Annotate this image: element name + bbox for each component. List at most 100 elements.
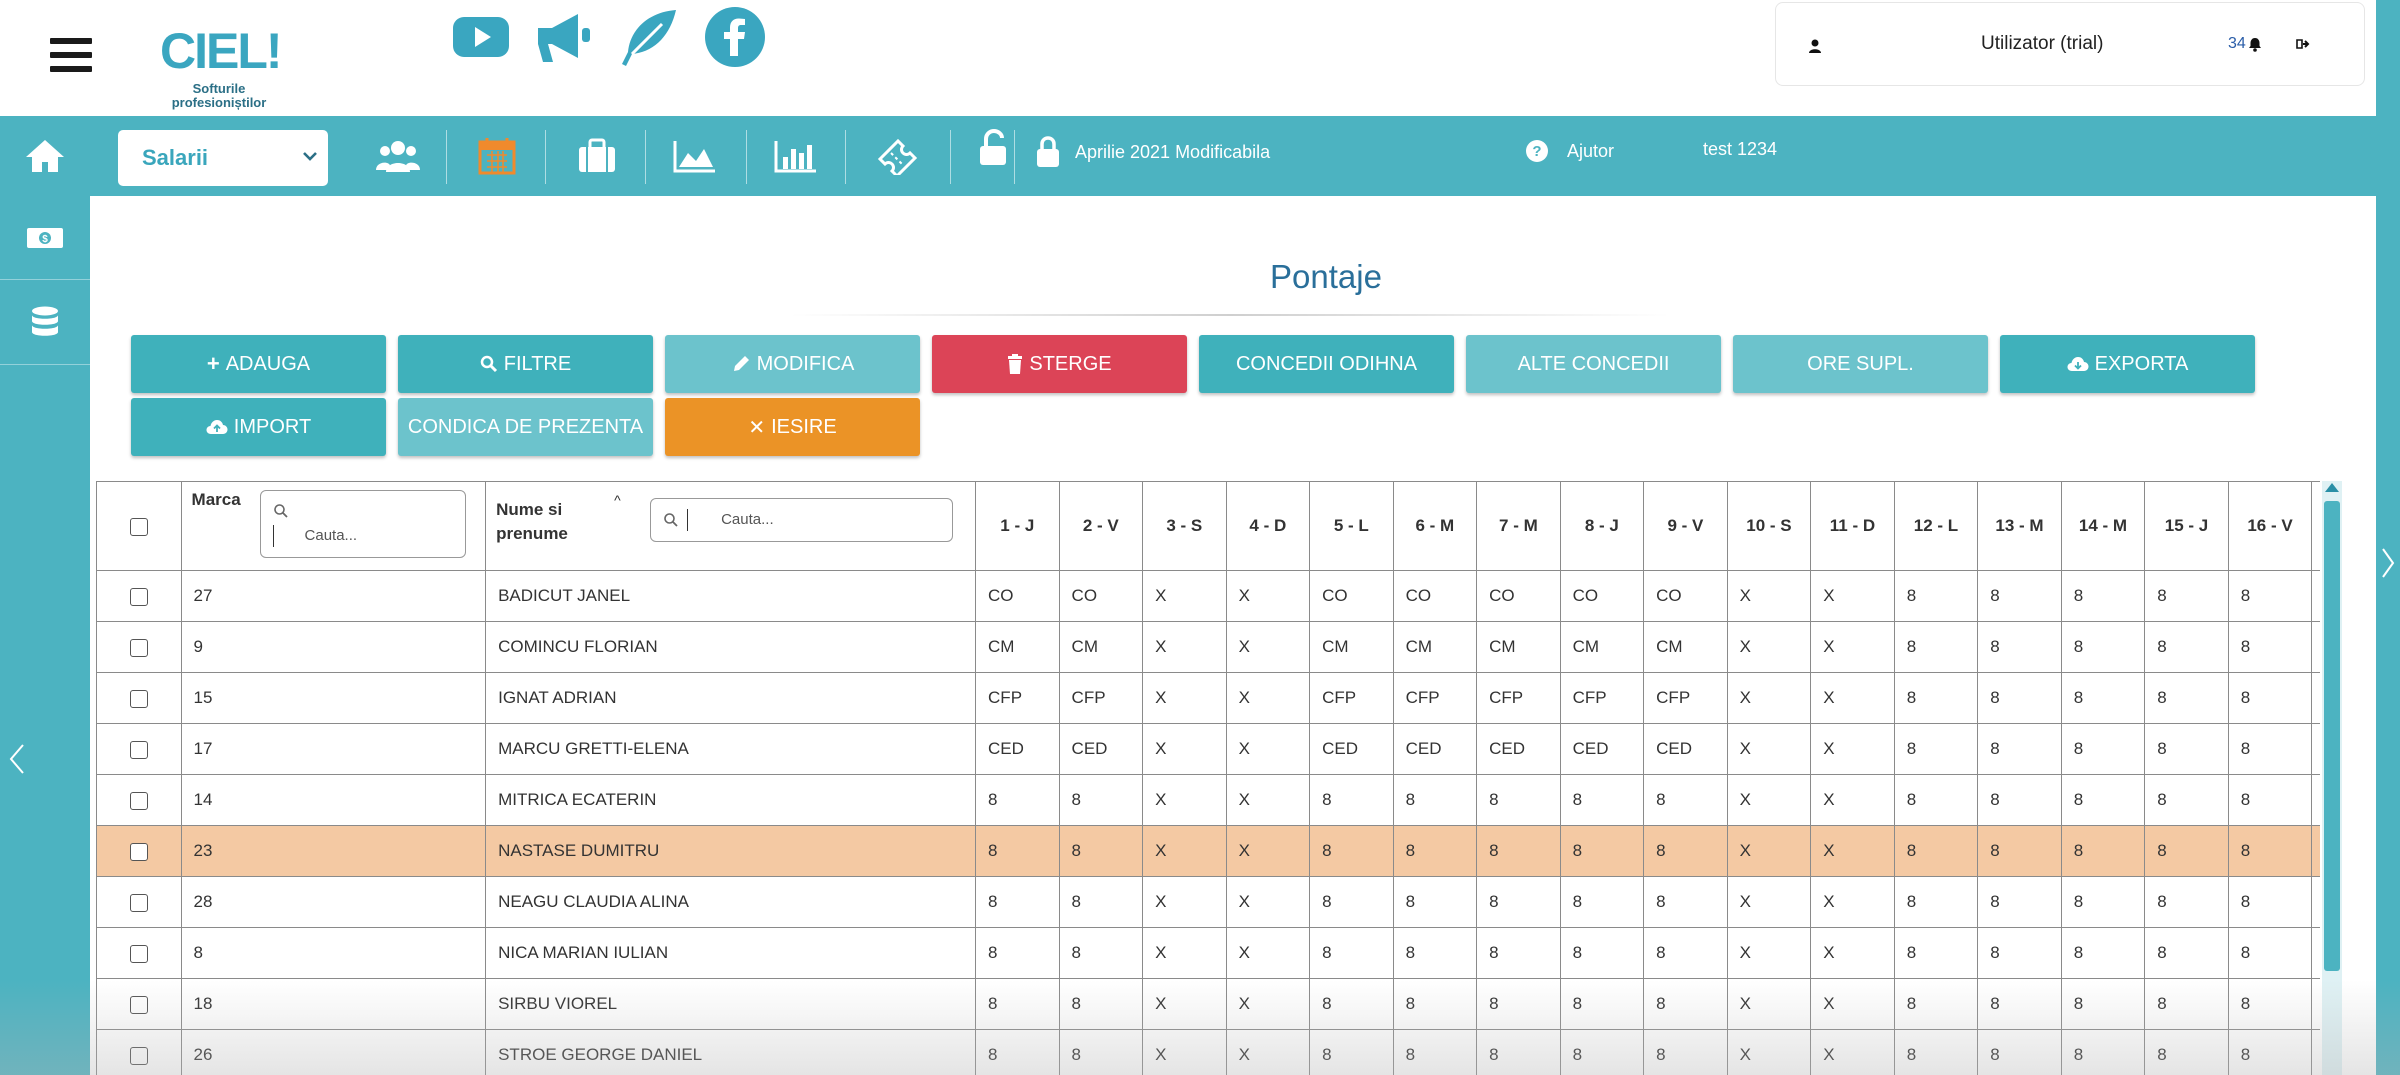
- row-checkbox[interactable]: [129, 944, 148, 963]
- day-cell[interactable]: CFP: [1643, 672, 1728, 724]
- table-row[interactable]: 9COMINCU FLORIANCMCMXXCMCMCMCMCMXX88888X: [96, 621, 2320, 673]
- day-cell[interactable]: 8: [2060, 978, 2146, 1030]
- day-cell[interactable]: X: [2311, 978, 2320, 1030]
- day-cell[interactable]: 8: [2144, 1029, 2229, 1075]
- day-cell[interactable]: 8: [1893, 978, 1979, 1030]
- day-column-header[interactable]: 15 - J: [2144, 481, 2229, 571]
- day-column-header[interactable]: 2 - V: [1058, 481, 1144, 571]
- notifications[interactable]: 34: [2228, 35, 2262, 53]
- day-cell[interactable]: CM: [1559, 621, 1645, 673]
- chevron-left-icon[interactable]: [8, 742, 26, 781]
- day-cell[interactable]: X: [2311, 723, 2320, 775]
- day-cell[interactable]: CO: [1309, 570, 1394, 622]
- day-cell[interactable]: 8: [1893, 621, 1979, 673]
- company-name[interactable]: test 1234: [1703, 139, 1777, 160]
- day-cell[interactable]: 8: [1643, 876, 1728, 928]
- day-cell[interactable]: 8: [2144, 927, 2229, 979]
- day-cell[interactable]: CM: [1309, 621, 1394, 673]
- sidebar-item-money[interactable]: $: [0, 196, 90, 280]
- day-cell[interactable]: 8: [975, 978, 1060, 1030]
- bar-chart-icon[interactable]: [771, 136, 821, 176]
- day-cell[interactable]: CED: [1559, 723, 1645, 775]
- day-cell[interactable]: 8: [1893, 723, 1979, 775]
- row-checkbox[interactable]: [129, 740, 148, 759]
- day-cell[interactable]: X: [1810, 978, 1895, 1030]
- day-cell[interactable]: 8: [1392, 825, 1478, 877]
- day-cell[interactable]: 8: [975, 1029, 1060, 1075]
- day-cell[interactable]: 8: [2060, 774, 2146, 826]
- table-row[interactable]: 18SIRBU VIOREL88XX88888XX88888X: [96, 978, 2320, 1030]
- day-cell[interactable]: 8: [1392, 978, 1478, 1030]
- day-cell[interactable]: 8: [2227, 927, 2313, 979]
- day-cell[interactable]: X: [1810, 825, 1895, 877]
- day-cell[interactable]: CM: [975, 621, 1060, 673]
- day-cell[interactable]: 8: [2227, 978, 2313, 1030]
- day-cell[interactable]: CFP: [1392, 672, 1478, 724]
- day-cell[interactable]: X: [1142, 1029, 1227, 1075]
- day-cell[interactable]: X: [1225, 723, 1311, 775]
- table-row[interactable]: 28NEAGU CLAUDIA ALINA88XX88888XX88888X: [96, 876, 2320, 928]
- user-name[interactable]: Utilizator (trial): [1981, 33, 2103, 55]
- day-column-header[interactable]: 5 - L: [1309, 481, 1394, 571]
- day-cell[interactable]: 8: [1977, 927, 2062, 979]
- day-cell[interactable]: 8: [2227, 723, 2313, 775]
- name-search-input[interactable]: Cauta...: [650, 498, 954, 542]
- day-cell[interactable]: X: [1726, 978, 1812, 1030]
- day-cell[interactable]: 8: [1977, 570, 2062, 622]
- row-checkbox[interactable]: [129, 689, 148, 708]
- day-cell[interactable]: CM: [1643, 621, 1728, 673]
- day-cell[interactable]: 8: [2227, 621, 2313, 673]
- row-checkbox[interactable]: [129, 638, 148, 657]
- day-cell[interactable]: 8: [2144, 825, 2229, 877]
- exit-button[interactable]: ✕ IESIRE: [665, 398, 920, 456]
- day-cell[interactable]: 8: [1559, 927, 1645, 979]
- day-cell[interactable]: 8: [2144, 876, 2229, 928]
- feather-icon[interactable]: [618, 6, 680, 68]
- day-cell[interactable]: 8: [2060, 723, 2146, 775]
- day-cell[interactable]: X: [1142, 978, 1227, 1030]
- day-cell[interactable]: X: [1142, 927, 1227, 979]
- day-cell[interactable]: 8: [1643, 1029, 1728, 1075]
- day-column-header[interactable]: 11 - D: [1810, 481, 1895, 571]
- day-cell[interactable]: X: [1726, 927, 1812, 979]
- day-cell[interactable]: 8: [1977, 672, 2062, 724]
- day-column-header[interactable]: 13 - M: [1977, 481, 2062, 571]
- scroll-up-arrow[interactable]: [2325, 483, 2339, 492]
- day-cell[interactable]: X: [2311, 774, 2320, 826]
- day-column-header[interactable]: 17: [2311, 481, 2320, 571]
- day-cell[interactable]: CO: [1643, 570, 1728, 622]
- day-cell[interactable]: CO: [1392, 570, 1478, 622]
- day-column-header[interactable]: 4 - D: [1225, 481, 1311, 571]
- day-cell[interactable]: CFP: [975, 672, 1060, 724]
- module-select[interactable]: Salarii: [118, 130, 328, 186]
- day-cell[interactable]: CFP: [1058, 672, 1144, 724]
- day-cell[interactable]: 8: [1309, 978, 1394, 1030]
- day-column-header[interactable]: 10 - S: [1726, 481, 1812, 571]
- day-cell[interactable]: X: [1810, 774, 1895, 826]
- select-all-checkbox[interactable]: [129, 517, 148, 536]
- day-cell[interactable]: 8: [1309, 927, 1394, 979]
- day-cell[interactable]: CED: [1058, 723, 1144, 775]
- day-cell[interactable]: 8: [1559, 774, 1645, 826]
- day-cell[interactable]: CM: [1476, 621, 1561, 673]
- day-cell[interactable]: 8: [2060, 672, 2146, 724]
- day-cell[interactable]: 8: [1058, 876, 1144, 928]
- day-cell[interactable]: 8: [1309, 876, 1394, 928]
- day-cell[interactable]: X: [1142, 723, 1227, 775]
- day-cell[interactable]: 8: [1559, 825, 1645, 877]
- day-cell[interactable]: CFP: [1559, 672, 1645, 724]
- day-cell[interactable]: 8: [975, 774, 1060, 826]
- day-cell[interactable]: CO: [1058, 570, 1144, 622]
- day-cell[interactable]: 8: [1977, 825, 2062, 877]
- row-checkbox[interactable]: [129, 995, 148, 1014]
- marca-search-input[interactable]: Cauta...: [259, 490, 466, 558]
- delete-button[interactable]: STERGE: [932, 335, 1187, 393]
- day-cell[interactable]: 8: [1977, 876, 2062, 928]
- day-cell[interactable]: 8: [1058, 1029, 1144, 1075]
- day-cell[interactable]: 8: [1058, 774, 1144, 826]
- day-cell[interactable]: X: [1225, 876, 1311, 928]
- ticket-icon[interactable]: [872, 136, 922, 176]
- import-button[interactable]: IMPORT: [131, 398, 386, 456]
- day-cell[interactable]: X: [1810, 621, 1895, 673]
- row-checkbox[interactable]: [129, 842, 148, 861]
